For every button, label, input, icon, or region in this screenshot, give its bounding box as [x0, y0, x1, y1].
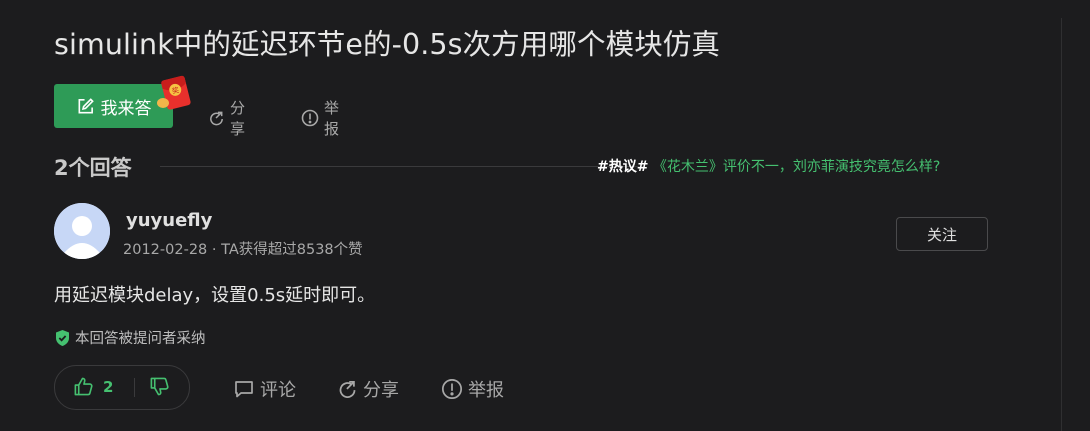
- share-label: 分享: [230, 99, 246, 138]
- report-icon: [441, 378, 463, 400]
- answer-share-label: 分享: [363, 380, 399, 401]
- red-packet-icon[interactable]: 奖: [155, 72, 195, 114]
- thumb-down-icon: [149, 376, 170, 397]
- hot-topic[interactable]: #热议# 《花木兰》评价不一，刘亦菲演技究竟怎么样?: [597, 156, 940, 176]
- hot-topic-link[interactable]: 《花木兰》评价不一，刘亦菲演技究竟怎么样?: [648, 159, 940, 175]
- upvote-button[interactable]: 2: [73, 376, 113, 397]
- avatar[interactable]: [54, 203, 110, 259]
- thumb-up-icon: [73, 376, 94, 397]
- right-divider: [1061, 18, 1062, 431]
- downvote-button[interactable]: [149, 376, 170, 397]
- answer-report-label: 举报: [468, 380, 504, 401]
- vote-separator: [134, 378, 135, 397]
- answers-header: 2个回答 #热议# 《花木兰》评价不一，刘亦菲演技究竟怎么样?: [54, 150, 989, 182]
- answer-button-label: 我来答: [100, 98, 152, 119]
- question-title: simulink中的延迟环节e的-0.5s次方用哪个模块仿真: [54, 28, 720, 61]
- upvote-count: 2: [103, 377, 114, 396]
- answers-count: 2个回答: [54, 156, 132, 180]
- answers-divider: [160, 166, 644, 167]
- share-icon: [337, 379, 358, 400]
- comment-icon: [233, 378, 255, 400]
- report-button[interactable]: 举报: [301, 97, 339, 139]
- hot-topic-tag: #热议#: [597, 159, 649, 175]
- user-meta: 2012-02-28 · TA获得超过8538个赞: [123, 242, 363, 258]
- answer-report-button[interactable]: 举报: [441, 376, 504, 402]
- answer-button[interactable]: 我来答 奖: [54, 75, 191, 128]
- question-action-bar: 我来答 奖 分享 举报: [54, 75, 339, 138]
- avatar-person-icon: [54, 203, 110, 259]
- answer-share-button[interactable]: 分享: [337, 376, 399, 402]
- report-icon: [301, 109, 319, 127]
- follow-button[interactable]: 关注: [896, 217, 988, 251]
- comment-button[interactable]: 评论: [233, 376, 296, 402]
- username[interactable]: yuyuefly: [126, 210, 212, 231]
- share-button[interactable]: 分享: [208, 97, 245, 139]
- report-label: 举报: [324, 99, 340, 138]
- accepted-badge: 本回答被提问者采纳: [54, 327, 206, 348]
- shield-check-icon: [54, 329, 71, 347]
- accepted-label: 本回答被提问者采纳: [75, 331, 206, 347]
- edit-icon: [76, 97, 95, 116]
- vote-box: 2: [54, 365, 190, 410]
- share-icon: [208, 110, 225, 127]
- comment-label: 评论: [260, 380, 296, 401]
- answer-content: 用延迟模块delay，设置0.5s延时即可。: [54, 285, 376, 306]
